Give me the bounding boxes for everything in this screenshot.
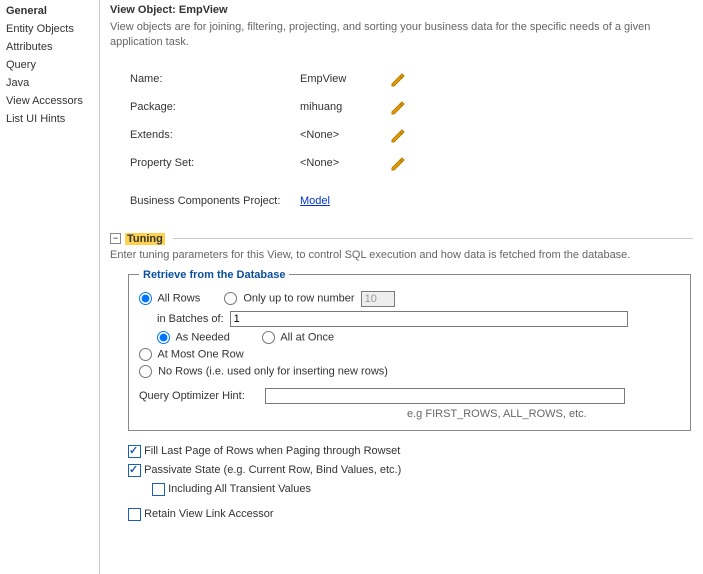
only-upto-radio[interactable]: Only up to row number <box>224 292 354 305</box>
package-label: Package: <box>130 101 300 113</box>
as-needed-radio[interactable]: As Needed <box>157 331 230 344</box>
pencil-icon[interactable] <box>390 71 406 87</box>
all-rows-radio[interactable]: All Rows <box>139 292 200 305</box>
row-number-input[interactable] <box>361 291 395 307</box>
in-batches-label: in Batches of: <box>157 313 224 325</box>
sidebar-item-view-accessors[interactable]: View Accessors <box>0 92 99 110</box>
property-set-value: <None> <box>300 157 390 169</box>
retrieve-legend: Retrieve from the Database <box>139 269 289 281</box>
pencil-icon[interactable] <box>390 127 406 143</box>
sidebar-item-attributes[interactable]: Attributes <box>0 38 99 56</box>
sidebar-item-java[interactable]: Java <box>0 74 99 92</box>
retrieve-fieldset: Retrieve from the Database All Rows Only… <box>128 269 691 431</box>
main-panel: View Object: EmpView View objects are fo… <box>100 0 703 574</box>
tuning-description: Enter tuning parameters for this View, t… <box>110 249 693 261</box>
package-value: mihuang <box>300 101 390 113</box>
retain-accessor-checkbox[interactable]: Retain View Link Accessor <box>128 508 273 520</box>
page-title: View Object: EmpView <box>110 4 693 16</box>
sidebar-item-query[interactable]: Query <box>0 56 99 74</box>
sidebar-item-entity-objects[interactable]: Entity Objects <box>0 20 99 38</box>
collapse-icon[interactable]: − <box>110 233 121 244</box>
extends-value: <None> <box>300 129 390 141</box>
name-value: EmpView <box>300 73 390 85</box>
no-rows-radio[interactable]: No Rows (i.e. used only for inserting ne… <box>139 365 388 378</box>
extends-label: Extends: <box>130 129 300 141</box>
include-transient-checkbox[interactable]: Including All Transient Values <box>152 483 311 495</box>
batches-input[interactable] <box>230 311 628 327</box>
page-description: View objects are for joining, filtering,… <box>110 20 693 51</box>
all-at-once-radio[interactable]: All at Once <box>262 331 334 344</box>
bc-project-label: Business Components Project: <box>130 195 300 207</box>
optimizer-hint-input[interactable] <box>265 388 625 404</box>
sidebar-item-general[interactable]: General <box>0 2 99 20</box>
pencil-icon[interactable] <box>390 155 406 171</box>
tuning-title: Tuning <box>125 233 165 245</box>
bc-project-link[interactable]: Model <box>300 195 330 207</box>
pencil-icon[interactable] <box>390 99 406 115</box>
hint-example: e.g FIRST_ROWS, ALL_ROWS, etc. <box>407 408 680 420</box>
fill-last-checkbox[interactable]: Fill Last Page of Rows when Paging throu… <box>128 445 400 457</box>
sidebar-item-list-ui-hints[interactable]: List UI Hints <box>0 110 99 128</box>
name-label: Name: <box>130 73 300 85</box>
properties: Name: EmpView Package: mihuang Extends: … <box>130 65 693 215</box>
at-most-one-radio[interactable]: At Most One Row <box>139 348 244 361</box>
sidebar: General Entity Objects Attributes Query … <box>0 0 100 574</box>
hint-label: Query Optimizer Hint: <box>139 390 259 402</box>
passivate-checkbox[interactable]: Passivate State (e.g. Current Row, Bind … <box>128 464 401 476</box>
property-set-label: Property Set: <box>130 157 300 169</box>
